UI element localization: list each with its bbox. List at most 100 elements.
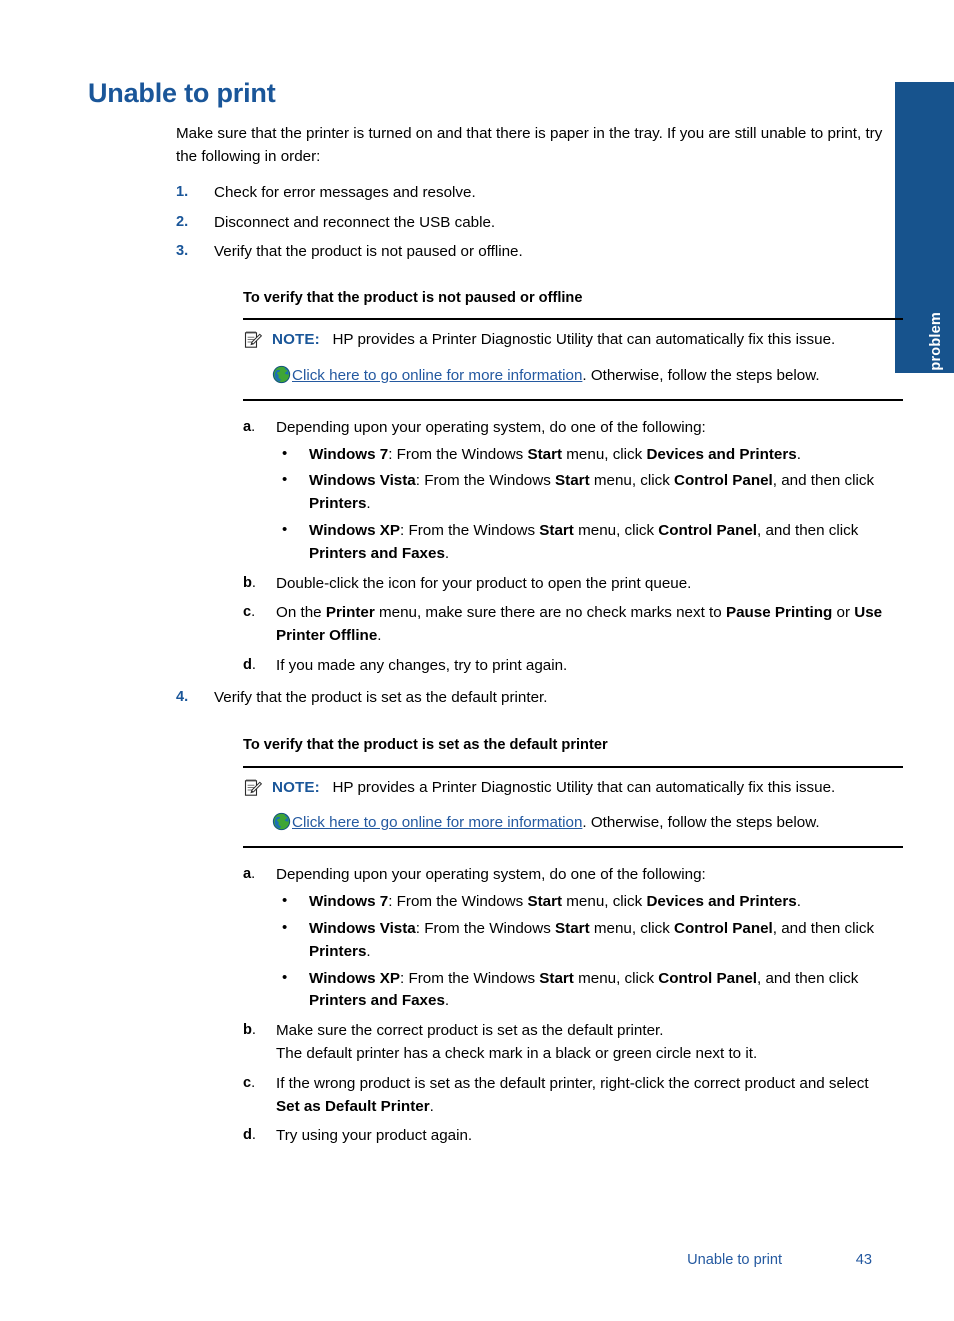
note-box: NOTE: HP provides a Printer Diagnostic U…	[243, 765, 903, 849]
os-name: Windows Vista	[309, 919, 416, 937]
substep-text: Double-click the icon for your product t…	[276, 574, 692, 592]
ui-keyword: Start	[555, 919, 590, 937]
os-name: Windows XP	[309, 522, 400, 540]
document-page: Solve a problem Unable to print Make sur…	[0, 0, 954, 1321]
ui-keyword: Printer	[325, 604, 375, 622]
globe-icon	[272, 812, 291, 831]
bullet-dot-icon: •	[282, 471, 288, 489]
bullet-text: : From the Windows	[388, 893, 528, 911]
ui-keyword: Printers	[309, 495, 367, 513]
step-text: Check for error messages and resolve.	[214, 184, 476, 202]
list-item: • Windows XP: From the Windows Start men…	[276, 968, 888, 1014]
bullet-text: menu, click	[562, 445, 647, 463]
ui-keyword: Start	[539, 969, 574, 987]
bullet-text: menu, click	[589, 472, 675, 490]
substep-text: Depending upon your operating system, do…	[276, 418, 706, 436]
note-after-link-text: . Otherwise, follow the steps below.	[582, 366, 820, 384]
main-steps-list: 1. Check for error messages and resolve.…	[176, 180, 903, 1148]
note-box: NOTE: HP provides a Printer Diagnostic U…	[243, 318, 903, 401]
bullet-text: .	[444, 992, 450, 1010]
substep-a: a. Depending upon your operating system,…	[243, 864, 888, 1013]
substep-text: If you made any changes, try to print ag…	[276, 657, 568, 675]
os-name: Windows 7	[309, 893, 389, 911]
substep-letter: d.	[243, 1127, 256, 1144]
substep-letter: a.	[243, 418, 256, 435]
note-label: NOTE:	[272, 778, 320, 796]
substep-text: menu, make sure there are no check marks…	[374, 604, 726, 622]
bullet-text: menu, click	[562, 893, 647, 911]
step-item-4: 4. Verify that the product is set as the…	[176, 685, 903, 1148]
bullet-text: .	[796, 445, 801, 463]
ui-keyword: Control Panel	[658, 522, 758, 540]
globe-icon	[272, 365, 291, 384]
ui-keyword: Control Panel	[658, 969, 758, 987]
step-text: Verify that the product is set as the de…	[214, 688, 548, 706]
substep-letter: b.	[243, 1022, 256, 1039]
os-bullet-list: • Windows 7 : From the Windows Start menu…	[276, 444, 888, 566]
substep-b: b. Make sure the correct product is set …	[243, 1020, 888, 1066]
note-text-row: NOTE: HP provides a Printer Diagnostic U…	[243, 776, 903, 799]
substep-letter: b.	[243, 574, 256, 591]
ui-keyword: Control Panel	[674, 472, 773, 490]
bullet-text: : From the Windows	[415, 919, 556, 937]
bullet-dot-icon: •	[282, 892, 288, 910]
substep-text: On the	[276, 604, 326, 622]
note-link-row: Click here to go online for more informa…	[243, 811, 903, 834]
step-text: Verify that the product is not paused or…	[214, 243, 523, 261]
bullet-text: .	[366, 942, 371, 960]
list-item: • Windows Vista: From the Windows Start …	[276, 470, 888, 516]
substep-letter: d.	[243, 657, 256, 674]
ui-keyword: Printers	[309, 942, 367, 960]
bullet-text: , and then click	[757, 522, 859, 540]
bullet-text: menu, click	[573, 969, 659, 987]
substep-letter: a.	[243, 866, 256, 883]
substep-text: .	[377, 627, 382, 645]
note-pencil-icon	[243, 330, 263, 350]
step-item-1: 1. Check for error messages and resolve.	[176, 180, 888, 207]
online-info-link[interactable]: Click here to go online for more informa…	[292, 814, 582, 831]
bullet-text: , and then click	[772, 472, 875, 490]
substep-d: d. If you made any changes, try to print…	[243, 655, 888, 678]
procedure-default-printer: To verify that the product is set as the…	[243, 735, 903, 1148]
step-number: 3.	[176, 243, 189, 260]
substep-text: Depending upon your operating system, do…	[276, 866, 706, 884]
os-name: Windows 7	[309, 445, 389, 463]
substep-text: or	[832, 604, 855, 622]
bullet-text: , and then click	[757, 969, 859, 987]
note-text-row: NOTE: HP provides a Printer Diagnostic U…	[243, 328, 903, 351]
ui-keyword: Start	[527, 893, 563, 911]
online-info-link[interactable]: Click here to go online for more informa…	[292, 367, 582, 384]
footer-page-number: 43	[855, 1252, 872, 1268]
os-bullet-list: • Windows 7: From the Windows Start menu…	[276, 891, 888, 1013]
ui-keyword: Set as Default Printer	[276, 1097, 430, 1115]
note-text: HP provides a Printer Diagnostic Utility…	[332, 331, 836, 349]
ui-keyword: Start	[555, 472, 590, 490]
section-tab-solve-a-problem: Solve a problem	[895, 82, 954, 373]
bullet-text: .	[366, 495, 371, 513]
substep-text: Try using your product again.	[276, 1127, 473, 1145]
substep-letter: c.	[243, 1074, 256, 1091]
bullet-text: menu, click	[589, 919, 675, 937]
step-item-2: 2. Disconnect and reconnect the USB cabl…	[176, 210, 888, 237]
note-text: HP provides a Printer Diagnostic Utility…	[332, 778, 836, 796]
substep-c: c. If the wrong product is set as the de…	[243, 1073, 888, 1119]
ui-keyword: Devices and Printers	[646, 893, 797, 911]
list-item: • Windows 7: From the Windows Start menu…	[276, 444, 888, 467]
bullet-text: : From the Windows	[415, 472, 556, 490]
bullet-text: : From the Windows	[400, 522, 540, 540]
os-name: Windows Vista	[309, 472, 416, 490]
substep-b: b. Double-click the icon for your produc…	[243, 573, 888, 596]
ui-keyword: Start	[527, 445, 563, 463]
section-tab-label: Solve a problem	[928, 311, 944, 373]
substep-text: If the wrong product is set as the defau…	[276, 1074, 869, 1092]
page-content: Make sure that the printer is turned on …	[176, 122, 903, 1155]
procedure-heading: To verify that the product is set as the…	[243, 737, 608, 754]
bullet-text: : From the Windows	[400, 969, 540, 987]
step-number: 2.	[176, 213, 189, 230]
bullet-text: .	[796, 893, 801, 911]
footer-title: Unable to print	[687, 1252, 782, 1268]
substep-text: Make sure the correct product is set as …	[276, 1022, 664, 1040]
bullet-dot-icon: •	[282, 521, 288, 539]
ui-keyword: Printers and Faxes	[309, 544, 445, 562]
step-text: Disconnect and reconnect the USB cable.	[214, 213, 496, 231]
